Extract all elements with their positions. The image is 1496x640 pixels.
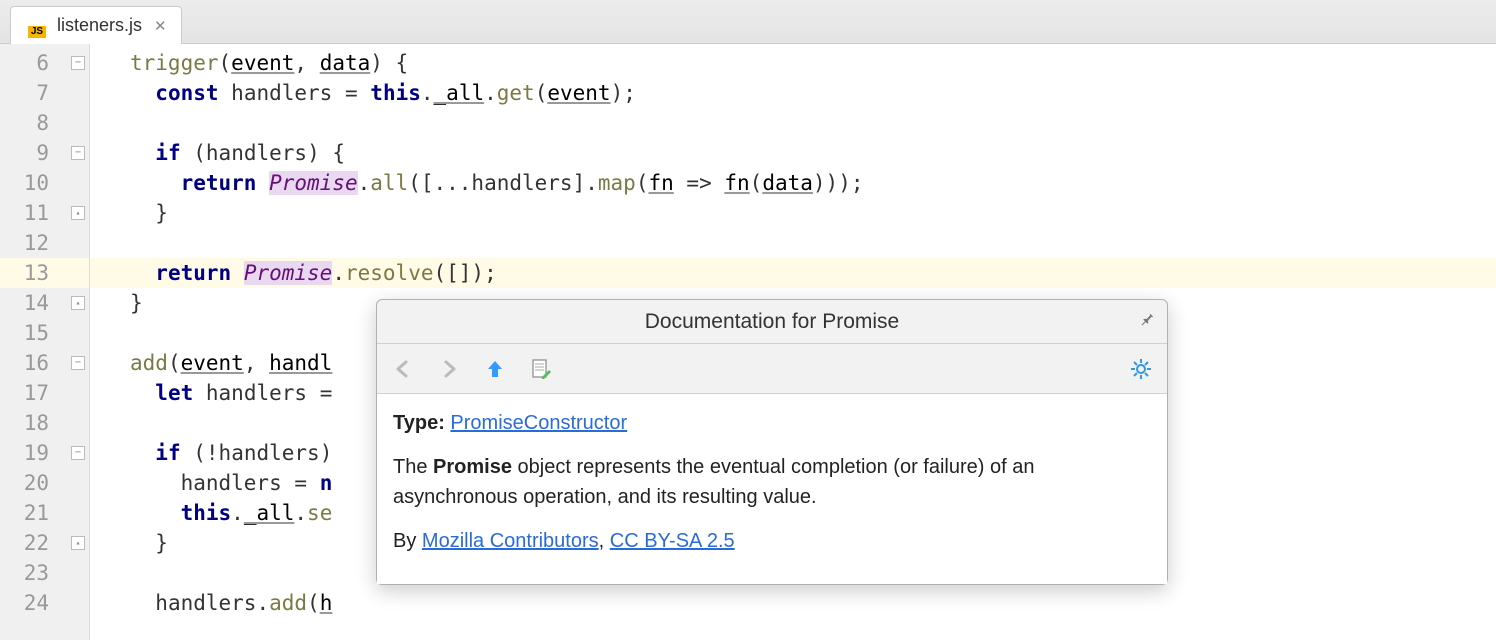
line-number: 17 bbox=[0, 378, 89, 408]
forward-icon[interactable] bbox=[437, 357, 461, 381]
line-number: 15 bbox=[0, 318, 89, 348]
fold-open-icon[interactable]: − bbox=[71, 56, 85, 70]
doc-body: Type: PromiseConstructor The Promise obj… bbox=[377, 394, 1167, 584]
line-number: 6− bbox=[0, 48, 89, 78]
doc-description: The Promise object represents the eventu… bbox=[393, 452, 1151, 512]
line-number: 10 bbox=[0, 168, 89, 198]
fold-close-icon[interactable]: ▴ bbox=[71, 206, 85, 220]
back-icon[interactable] bbox=[391, 357, 415, 381]
code-line: const handlers = this._all.get(event); bbox=[90, 78, 1496, 108]
js-file-icon: JS bbox=[25, 14, 49, 38]
fold-open-icon[interactable]: − bbox=[71, 356, 85, 370]
edit-source-icon[interactable] bbox=[529, 357, 553, 381]
tab-bar: JS listeners.js ✕ bbox=[0, 0, 1496, 44]
fold-close-icon[interactable]: ▴ bbox=[71, 296, 85, 310]
license-link[interactable]: CC BY-SA 2.5 bbox=[610, 530, 735, 552]
line-number: 13 bbox=[0, 258, 89, 288]
gutter: 6−789−1011▴121314▴1516−171819−202122▴232… bbox=[0, 44, 90, 640]
line-number: 23 bbox=[0, 558, 89, 588]
line-number: 14▴ bbox=[0, 288, 89, 318]
pin-icon[interactable] bbox=[1132, 308, 1158, 334]
documentation-popup: Documentation for Promise bbox=[376, 299, 1168, 585]
code-line: if (handlers) { bbox=[90, 138, 1496, 168]
file-tab[interactable]: JS listeners.js ✕ bbox=[10, 6, 182, 44]
code-line: } bbox=[90, 198, 1496, 228]
code-line: return Promise.resolve([]); bbox=[90, 258, 1496, 288]
line-number: 7 bbox=[0, 78, 89, 108]
code-line: handlers.add(h bbox=[90, 588, 1496, 618]
line-number: 18 bbox=[0, 408, 89, 438]
author-link[interactable]: Mozilla Contributors bbox=[422, 530, 599, 552]
code-line: return Promise.all([...handlers].map(fn … bbox=[90, 168, 1496, 198]
line-number: 8 bbox=[0, 108, 89, 138]
line-number: 12 bbox=[0, 228, 89, 258]
line-number: 20 bbox=[0, 468, 89, 498]
type-label: Type: bbox=[393, 412, 450, 434]
gear-icon[interactable] bbox=[1129, 357, 1153, 381]
line-number: 9− bbox=[0, 138, 89, 168]
close-icon[interactable]: ✕ bbox=[154, 17, 167, 35]
line-number: 11▴ bbox=[0, 198, 89, 228]
code-line bbox=[90, 108, 1496, 138]
line-number: 19− bbox=[0, 438, 89, 468]
line-number: 21 bbox=[0, 498, 89, 528]
doc-popup-title: Documentation for Promise bbox=[645, 310, 899, 334]
line-number: 24 bbox=[0, 588, 89, 618]
tab-filename: listeners.js bbox=[57, 15, 142, 36]
doc-popup-title-bar: Documentation for Promise bbox=[377, 300, 1167, 344]
fold-open-icon[interactable]: − bbox=[71, 446, 85, 460]
line-number: 22▴ bbox=[0, 528, 89, 558]
doc-attribution: By Mozilla Contributors, CC BY-SA 2.5 bbox=[393, 526, 1151, 556]
fold-close-icon[interactable]: ▴ bbox=[71, 536, 85, 550]
code-line bbox=[90, 228, 1496, 258]
doc-popup-toolbar bbox=[377, 344, 1167, 394]
fold-open-icon[interactable]: − bbox=[71, 146, 85, 160]
code-line: trigger(event, data) { bbox=[90, 48, 1496, 78]
line-number: 16− bbox=[0, 348, 89, 378]
type-link[interactable]: PromiseConstructor bbox=[450, 412, 627, 434]
up-icon[interactable] bbox=[483, 357, 507, 381]
